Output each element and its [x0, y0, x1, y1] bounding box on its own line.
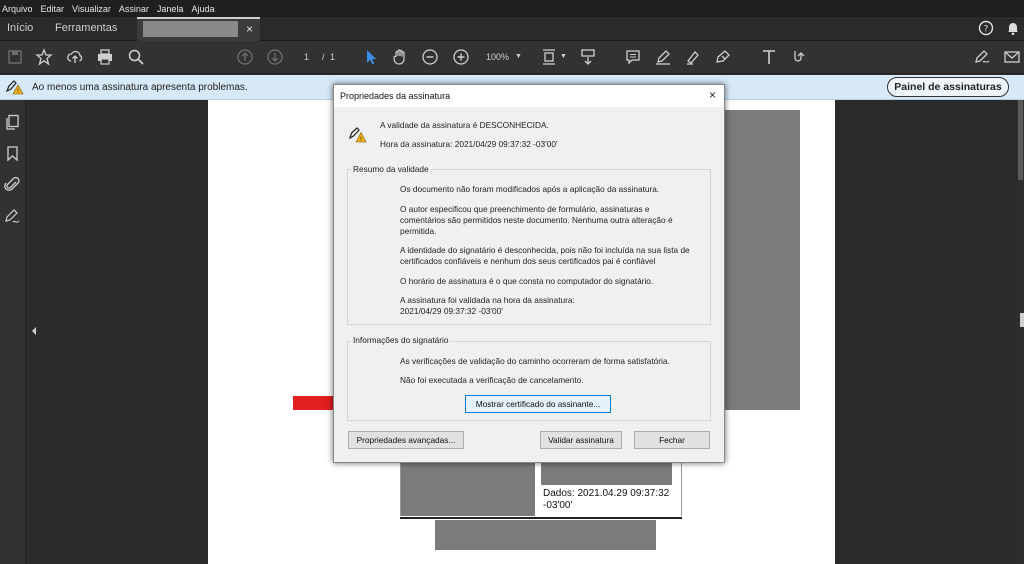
menu-file[interactable]: Arquivo — [2, 4, 33, 14]
tab-home[interactable]: Início — [7, 22, 33, 34]
signature-unknown-icon: ! — [348, 126, 367, 143]
zoom-chevron-icon[interactable]: ▼ — [515, 53, 522, 60]
redo-icon[interactable] — [790, 48, 808, 66]
signature-panel-button[interactable]: Painel de assinaturas — [887, 77, 1009, 97]
page-total: 1 — [330, 52, 336, 62]
page-number-input[interactable]: 1 — [304, 52, 309, 62]
signing-time-text: Hora da assinatura: 2021/04/29 09:37:32 … — [380, 139, 558, 149]
text-tool-icon[interactable] — [760, 48, 778, 66]
redacted-area-bottom — [435, 520, 656, 550]
next-page-icon[interactable] — [266, 48, 284, 66]
prev-page-icon[interactable] — [236, 48, 254, 66]
tab-tools[interactable]: Ferramentas — [55, 22, 117, 34]
show-signer-certificate-button[interactable]: Mostrar certificado do assinante... — [465, 395, 611, 413]
summary-line-time-source: O horário de assinatura é o que consta n… — [400, 276, 654, 286]
menu-window[interactable]: Janela — [157, 4, 184, 14]
signature-date-text: Dados: 2021.04.29 09:37:32 -03'00' — [543, 488, 670, 511]
attachment-icon[interactable] — [4, 176, 21, 193]
bell-icon[interactable] — [1005, 20, 1021, 36]
summary-line-validated-at: A assinatura foi validada na hora da ass… — [400, 295, 575, 316]
signatures-icon[interactable] — [4, 208, 21, 225]
scroll-mode-icon[interactable] — [579, 48, 597, 66]
help-icon[interactable]: ? — [978, 20, 994, 36]
collapse-right-panel-icon[interactable] — [1020, 313, 1024, 327]
validity-summary-label: Resumo da validade — [351, 164, 431, 174]
cloud-upload-icon[interactable] — [66, 48, 84, 66]
print-icon[interactable] — [96, 48, 114, 66]
zoom-in-icon[interactable] — [452, 48, 470, 66]
scrollbar-thumb[interactable] — [1018, 100, 1023, 180]
validate-signature-button[interactable]: Validar assinatura — [540, 431, 622, 449]
comment-icon[interactable] — [624, 48, 642, 66]
signature-baseline — [400, 517, 682, 519]
mail-icon[interactable] — [1003, 48, 1021, 66]
tab-bar: Início Ferramentas × ? — [0, 17, 1024, 41]
signature-warning-message: Ao menos uma assinatura apresenta proble… — [32, 82, 248, 93]
page-separator: / — [322, 52, 325, 62]
close-dialog-button[interactable]: Fechar — [634, 431, 710, 449]
zoom-out-icon[interactable] — [421, 48, 439, 66]
advanced-properties-button[interactable]: Propriedades avançadas... — [348, 431, 464, 449]
menu-view[interactable]: Visualizar — [72, 4, 111, 14]
svg-text:!: ! — [360, 136, 362, 143]
summary-line-permissions: O autor especificou que preenchimento de… — [400, 204, 673, 236]
validity-status-text: A validade da assinatura é DESCONHECIDA. — [380, 120, 549, 130]
sign-icon[interactable] — [973, 48, 991, 66]
select-arrow-icon[interactable] — [362, 48, 380, 66]
collapse-left-panel-icon[interactable] — [32, 327, 36, 335]
pages-icon[interactable] — [4, 114, 21, 131]
menu-sign[interactable]: Assinar — [119, 4, 149, 14]
menu-edit[interactable]: Editar — [41, 4, 65, 14]
summary-line-identity: A identidade do signatário é desconhecid… — [400, 245, 690, 266]
dialog-title: Propriedades da assinatura — [340, 91, 451, 101]
tab-document[interactable]: × — [137, 17, 260, 41]
search-icon[interactable] — [127, 48, 145, 66]
dialog-titlebar: Propriedades da assinatura × — [334, 85, 724, 107]
svg-text:?: ? — [984, 25, 989, 35]
left-rail — [0, 100, 26, 564]
svg-text:!: ! — [17, 88, 19, 95]
menu-bar: Arquivo Editar Visualizar Assinar Janela… — [0, 0, 1024, 17]
signature-properties-dialog: Propriedades da assinatura × ! A validad… — [333, 84, 725, 463]
signer-info-label: Informações do signatário — [351, 335, 451, 345]
hand-icon[interactable] — [391, 48, 409, 66]
page-fit-chevron-icon[interactable]: ▼ — [560, 53, 567, 60]
acrobat-window: Arquivo Editar Visualizar Assinar Janela… — [0, 0, 1024, 564]
bookmark-icon[interactable] — [4, 145, 21, 162]
toolbar: 1 / 1 100% ▼ ▼ — [0, 41, 1024, 74]
menu-help[interactable]: Ajuda — [191, 4, 214, 14]
star-icon[interactable] — [35, 48, 53, 66]
highlight-icon[interactable] — [684, 48, 702, 66]
summary-line-unmodified: Os documento não foram modificados após … — [400, 184, 660, 194]
close-tab-icon[interactable]: × — [246, 22, 253, 36]
signature-warning-icon: ! — [5, 79, 24, 95]
signer-line-revocation: Não foi executada a verificação de cance… — [400, 375, 584, 385]
signer-line-path-validation: As verificações de validação do caminho … — [400, 356, 670, 366]
pen-icon[interactable] — [654, 48, 672, 66]
redacted-document-name — [143, 21, 238, 37]
stamp-icon[interactable] — [714, 48, 732, 66]
save-icon[interactable] — [6, 48, 24, 66]
zoom-level-dropdown[interactable]: 100% — [486, 52, 509, 62]
dialog-close-icon[interactable]: × — [709, 88, 716, 102]
page-fit-icon[interactable] — [540, 48, 558, 66]
